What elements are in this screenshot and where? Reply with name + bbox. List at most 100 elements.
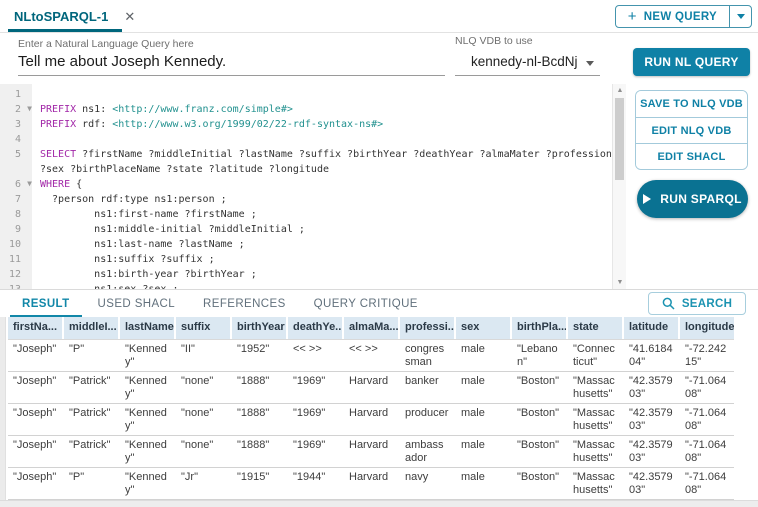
- code-line[interactable]: 9 ns1:middle-initial ?middleInitial ;: [0, 222, 612, 237]
- column-header[interactable]: suffix: [176, 317, 230, 339]
- code-line[interactable]: 1: [0, 87, 612, 102]
- table-row[interactable]: "Joseph""Patrick""Kennedy""none""1888""1…: [8, 372, 734, 404]
- scrollbar-thumb[interactable]: [615, 98, 624, 180]
- results-tab-references[interactable]: REFERENCES: [189, 290, 300, 317]
- column-header[interactable]: latitude: [624, 317, 678, 339]
- code-line[interactable]: 7 ?person rdf:type ns1:person ;: [0, 192, 612, 207]
- line-number: 5: [0, 147, 32, 162]
- top-tab-bar: NLtoSPARQL-1 ✕ + NEW QUERY: [0, 0, 758, 33]
- table-cell: "-71.06408": [680, 372, 734, 403]
- column-header[interactable]: deathYe...: [288, 317, 342, 339]
- window-bottom-edge: [0, 500, 758, 507]
- line-number: 12: [0, 267, 32, 282]
- code-line[interactable]: 12 ns1:birth-year ?birthYear ;: [0, 267, 612, 282]
- edit-shacl-button[interactable]: EDIT SHACL: [636, 143, 747, 169]
- table-cell: "1915": [232, 468, 286, 499]
- table-cell: "1969": [288, 436, 342, 467]
- column-header[interactable]: longitude: [680, 317, 734, 339]
- code-text: ?person rdf:type ns1:person ;: [32, 192, 227, 207]
- table-cell: "Massachusetts": [568, 436, 622, 467]
- query-tab-title: NLtoSPARQL-1: [14, 9, 108, 24]
- table-cell: male: [456, 372, 510, 403]
- column-header[interactable]: firstNa...: [8, 317, 62, 339]
- run-nl-query-button[interactable]: RUN NL QUERY: [633, 48, 750, 76]
- line-number: 8: [0, 207, 32, 222]
- table-row[interactable]: "Joseph""Patrick""Kennedy""none""1888""1…: [8, 404, 734, 436]
- code-line[interactable]: 5SELECT ?firstName ?middleInitial ?lastN…: [0, 147, 612, 162]
- close-tab-icon[interactable]: ✕: [124, 10, 135, 23]
- table-cell: "41.618404": [624, 340, 678, 371]
- scroll-down-icon[interactable]: ▼: [613, 277, 626, 289]
- run-sparql-button[interactable]: RUN SPARQL: [637, 180, 748, 218]
- column-header[interactable]: professi...: [400, 317, 454, 339]
- vdb-select[interactable]: kennedy-nl-BcdNj: [455, 51, 600, 76]
- table-cell: "P": [64, 468, 118, 499]
- table-cell: "none": [176, 436, 230, 467]
- code-line[interactable]: 6▼WHERE {: [0, 177, 612, 192]
- column-header[interactable]: birthPla...: [512, 317, 566, 339]
- line-number: 10: [0, 237, 32, 252]
- table-cell: "1888": [232, 404, 286, 435]
- line-number: 2▼: [0, 102, 32, 117]
- column-header[interactable]: state: [568, 317, 622, 339]
- line-number: [0, 162, 32, 177]
- table-cell: "Kennedy": [120, 404, 174, 435]
- results-tab-result[interactable]: RESULT: [8, 290, 84, 317]
- results-tab-used-shacl[interactable]: USED SHACL: [84, 290, 190, 317]
- code-text: ns1:first-name ?firstName ;: [32, 207, 257, 222]
- nl-query-input[interactable]: Tell me about Joseph Kennedy.: [18, 53, 445, 76]
- edit-nlq-vdb-button[interactable]: EDIT NLQ VDB: [636, 117, 747, 143]
- code-line[interactable]: 3PREFIX rdf: <http://www.w3.org/1999/02/…: [0, 117, 612, 132]
- line-number: 1: [0, 87, 32, 102]
- table-row[interactable]: "Joseph""P""Kennedy""Jr""1915""1944"Harv…: [8, 468, 734, 500]
- new-query-split-button[interactable]: + NEW QUERY: [615, 5, 752, 28]
- fold-arrow-icon[interactable]: ▼: [27, 176, 32, 191]
- code-text: ns1:middle-initial ?middleInitial ;: [32, 222, 305, 237]
- code-line[interactable]: 11 ns1:suffix ?suffix ;: [0, 252, 612, 267]
- code-line[interactable]: 2▼PREFIX ns1: <http://www.franz.com/simp…: [0, 102, 612, 117]
- editor-scrollbar[interactable]: ▲ ▼: [612, 84, 626, 290]
- table-cell: "42.357903": [624, 404, 678, 435]
- column-header[interactable]: middleI...: [64, 317, 118, 339]
- save-to-nlq-vdb-button[interactable]: SAVE TO NLQ VDB: [636, 91, 747, 117]
- table-cell: producer: [400, 404, 454, 435]
- table-cell: "-71.06408": [680, 436, 734, 467]
- table-cell: "Boston": [512, 404, 566, 435]
- code-text: WHERE {: [32, 177, 82, 192]
- table-cell: "Massachusetts": [568, 468, 622, 499]
- search-button[interactable]: SEARCH: [648, 292, 746, 315]
- sparql-editor[interactable]: 12▼PREFIX ns1: <http://www.franz.com/sim…: [0, 84, 626, 290]
- editor-code: 12▼PREFIX ns1: <http://www.franz.com/sim…: [0, 87, 612, 290]
- code-text: [32, 132, 40, 147]
- column-header[interactable]: sex: [456, 317, 510, 339]
- table-cell: "Kennedy": [120, 468, 174, 499]
- new-query-dropdown-button[interactable]: [729, 6, 751, 27]
- scroll-up-icon[interactable]: ▲: [613, 85, 626, 97]
- table-row[interactable]: "Joseph""P""Kennedy""II""1952"<< >><< >>…: [8, 340, 734, 372]
- table-cell: "Joseph": [8, 404, 62, 435]
- table-cell: "Boston": [512, 372, 566, 403]
- table-cell: "Massachusetts": [568, 404, 622, 435]
- column-header[interactable]: almaMa...: [344, 317, 398, 339]
- results-tab-query-critique[interactable]: QUERY CRITIQUE: [300, 290, 432, 317]
- code-line[interactable]: 10 ns1:last-name ?lastName ;: [0, 237, 612, 252]
- table-cell: "1969": [288, 372, 342, 403]
- table-cell: "42.357903": [624, 468, 678, 499]
- code-text: ns1:suffix ?suffix ;: [32, 252, 215, 267]
- column-header[interactable]: birthYear: [232, 317, 286, 339]
- chevron-down-icon: [737, 14, 745, 19]
- fold-arrow-icon[interactable]: ▼: [27, 101, 32, 116]
- column-header[interactable]: lastName: [120, 317, 174, 339]
- table-cell: male: [456, 340, 510, 371]
- results-tab-bar: RESULTUSED SHACLREFERENCESQUERY CRITIQUE…: [0, 289, 758, 317]
- table-cell: "1888": [232, 372, 286, 403]
- code-line[interactable]: 4: [0, 132, 612, 147]
- code-text: PREFIX rdf: <http://www.w3.org/1999/02/2…: [32, 117, 383, 132]
- code-line[interactable]: 8 ns1:first-name ?firstName ;: [0, 207, 612, 222]
- code-line[interactable]: ?sex ?birthPlaceName ?state ?latitude ?l…: [0, 162, 612, 177]
- play-icon: [643, 194, 651, 204]
- results-left-scrollbar[interactable]: [0, 317, 6, 500]
- table-cell: "Massachusetts": [568, 372, 622, 403]
- table-cell: "Kennedy": [120, 372, 174, 403]
- table-row[interactable]: "Joseph""Patrick""Kennedy""none""1888""1…: [8, 436, 734, 468]
